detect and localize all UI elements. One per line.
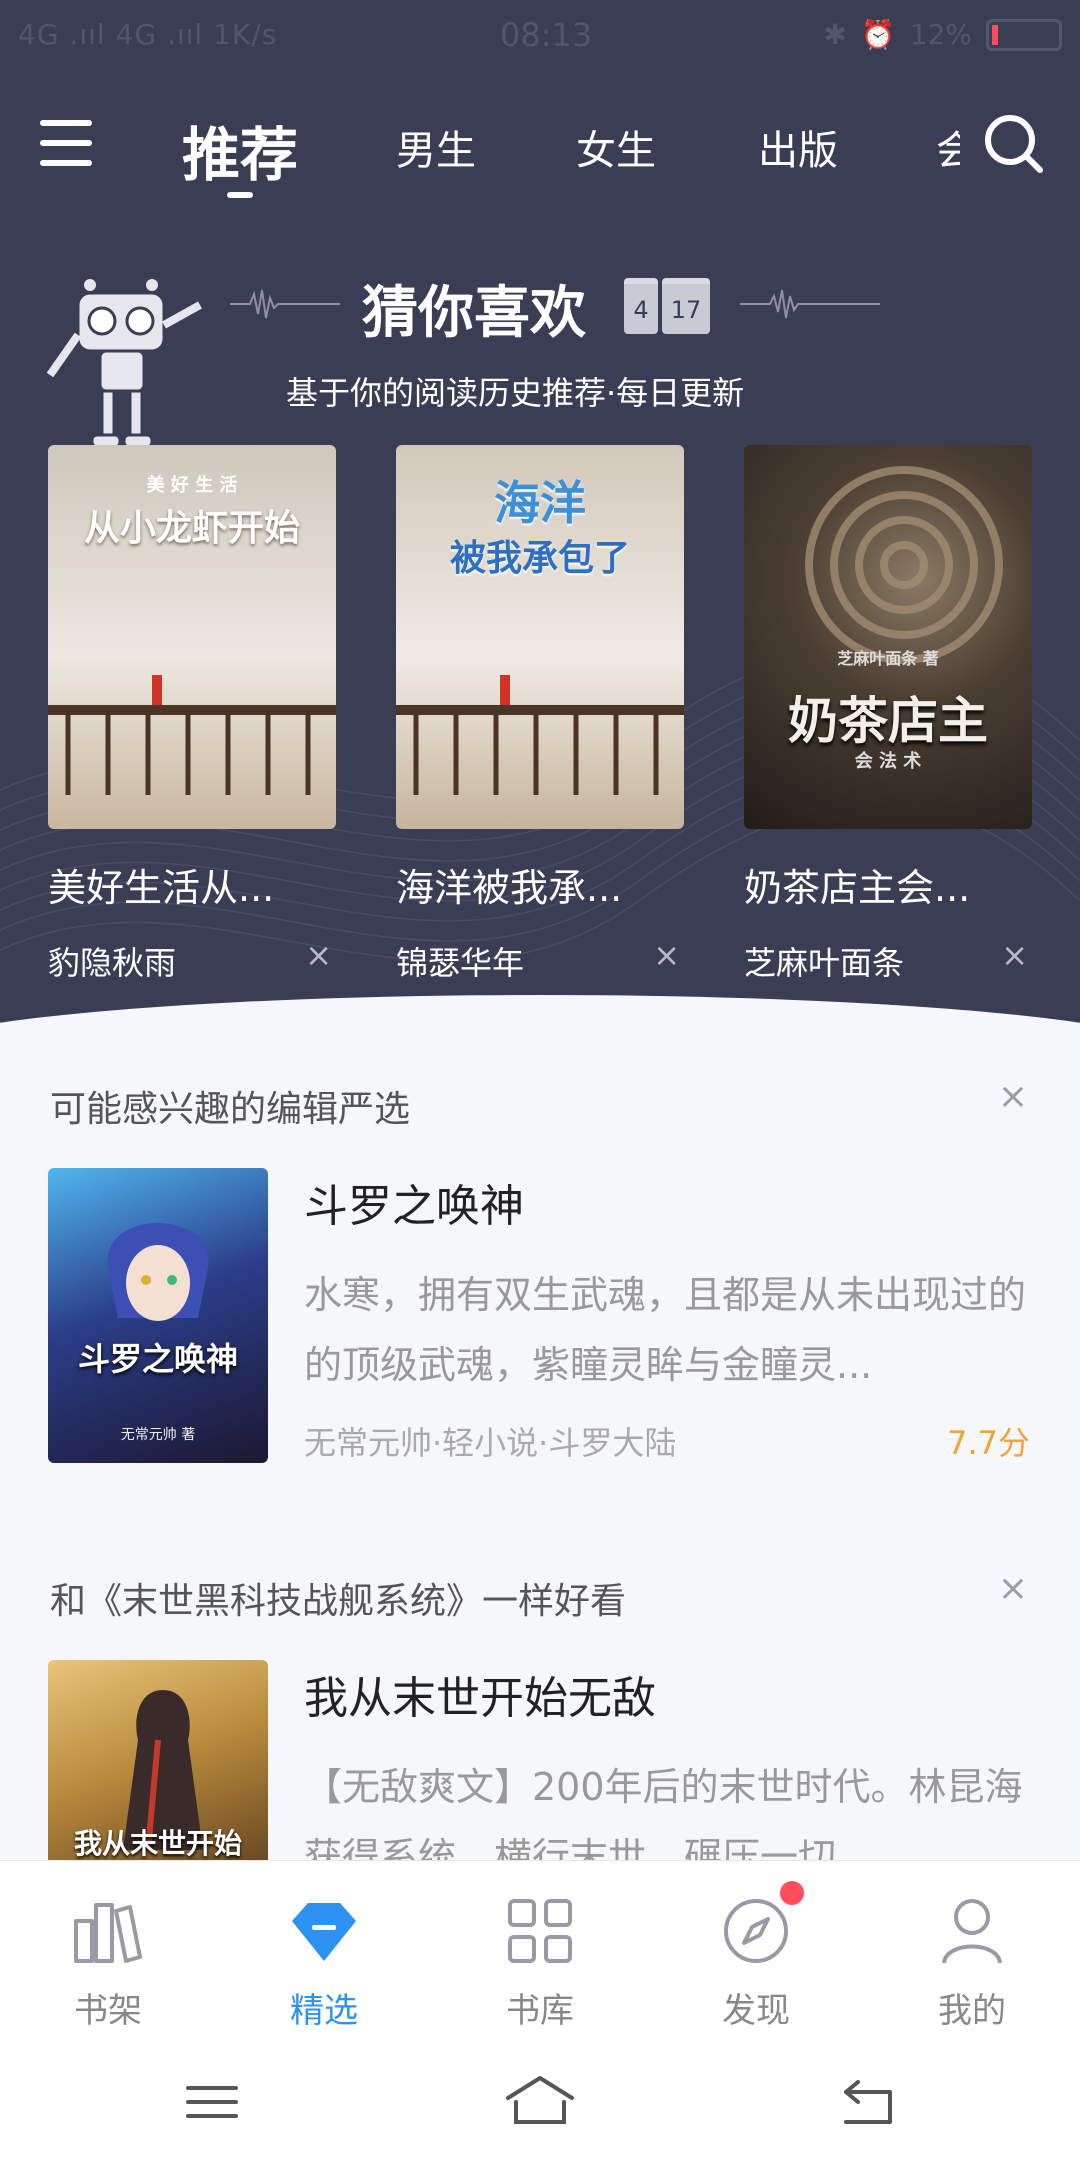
cover-title: 海洋 [494,476,586,530]
cover-illustration [396,675,684,795]
guess-book-2[interactable]: 海洋 被我承包了 海洋被我承... 锦瑟华年 × [396,445,686,984]
book-cover[interactable]: 海洋 被我承包了 [396,445,684,829]
sound-wave-left-icon [230,289,340,319]
tab-publish[interactable]: 出版 [758,118,838,176]
cover-title: 奶茶店主 [788,692,988,750]
similar-header: 和《末世黑科技战舰系统》一样好看 [50,1581,627,1622]
cover-subtitle: 会 法 术 [854,751,922,772]
cover-subtitle: 美 好 生 活 [146,475,238,496]
book-title[interactable]: 斗罗之唤神 [304,1170,524,1234]
book-author: 锦瑟华年 × [396,936,686,984]
search-icon[interactable] [982,112,1046,176]
menu-icon[interactable] [40,120,92,168]
status-time: 08:13 [500,16,593,54]
author-name: 锦瑟华年 [396,944,525,982]
cover-title: 我从末世开始 [73,1827,242,1860]
cover-author: 无常元帅 著 [120,1427,196,1443]
alarm-icon: ⏰ [860,18,896,51]
menu-lines-icon[interactable] [182,2072,242,2132]
battery-percent: 12% [909,18,972,51]
nav-label: 我的 [938,1991,1006,2031]
robot-mascot-icon [46,279,202,449]
book-description: 【无敌爽文】200年后的末世时代。林昆海获得系统，横行末世，碾压一切 [304,1765,1023,1860]
book-cover[interactable]: 斗罗之唤神 无常元帅 著 [48,1168,268,1463]
battery-icon [986,18,1062,51]
bottom-nav: 书架 精选 书库 发现 我的 [0,1860,1080,2041]
cover-author: 芝麻叶面条 著 [837,649,939,668]
book-cover[interactable]: 我从末世开始 [48,1660,268,1860]
guess-title: 猜你喜欢 [362,281,586,346]
nav-label: 发现 [722,1991,790,2031]
book-title[interactable]: 我从末世开始无敌 [304,1662,656,1726]
author-name: 芝麻叶面条 [744,944,905,982]
status-right: ✱ ⏰ 12% [823,18,1062,51]
nav-label: 书架 [74,1991,142,2031]
tab-male[interactable]: 男生 [396,118,476,176]
book-cover[interactable]: 美 好 生 活 从小龙虾开始 [48,445,336,829]
close-icon[interactable]: × [653,936,680,974]
nav-profile[interactable]: 我的 [864,1861,1080,2041]
cover-illustration [48,675,336,795]
author-name: 豹隐秋雨 [48,944,177,982]
date-day: 17 [662,278,710,334]
book-author: 豹隐秋雨 × [48,936,338,984]
cover-illustration [107,1223,209,1321]
book-author: 芝麻叶面条 × [744,936,1034,984]
nav-discover[interactable]: 发现 [648,1861,864,2041]
guess-subtitle: 基于你的阅读历史推荐·每日更新 [286,374,745,412]
editor-pick-header: 可能感兴趣的编辑严选 [50,1089,411,1130]
nav-library[interactable]: 书库 [432,1861,648,2041]
nav-label: 精选 [290,1991,358,2031]
book-description: 水寒，拥有双生武魂，且都是从未出现过的的顶级武魂，紫瞳灵眸与金瞳灵... [304,1273,1027,1387]
cover-subtitle: 被我承包了 [449,538,630,579]
close-icon[interactable]: × [998,1076,1028,1117]
bluetooth-icon: ✱ [823,18,847,51]
compass-icon [724,1899,788,1963]
book-name[interactable]: 奶茶店主会... [744,857,1034,912]
sound-wave-right-icon [740,289,880,319]
network-status: 4G .ııl 4G .ııl 1K/s [18,18,278,51]
book-cover[interactable]: 芝麻叶面条 著 奶茶店主 会 法 术 [744,445,1032,829]
bookshelf-icon [74,1903,142,1963]
tab-female[interactable]: 女生 [576,118,656,176]
home-icon[interactable] [504,2072,576,2132]
close-icon[interactable]: × [998,1568,1028,1609]
book-name[interactable]: 美好生活从... [48,857,338,912]
nav-bookshelf[interactable]: 书架 [0,1861,216,2041]
close-icon[interactable]: × [1001,936,1028,974]
book-meta: 无常元帅·轻小说·斗罗大陆 [304,1424,677,1462]
nav-label: 书库 [506,1991,574,2031]
back-icon[interactable] [838,2072,898,2132]
grid-icon [508,1899,572,1963]
guess-book-3[interactable]: 芝麻叶面条 著 奶茶店主 会 法 术 奶茶店主会... 芝麻叶面条 × [744,445,1034,984]
cover-title: 从小龙虾开始 [83,508,300,549]
tab-partial[interactable]: 会 [936,118,960,176]
status-bar: 4G .ııl 4G .ııl 1K/s 08:13 ✱ ⏰ 12% [0,0,1080,72]
person-icon [942,1899,1002,1964]
book-score: 7.7分 [947,1424,1030,1462]
diamond-icon [292,1903,356,1961]
date-month: 4 [624,278,658,334]
system-nav-bar [0,2040,1080,2160]
cover-title: 斗罗之唤神 [77,1340,238,1378]
date-calendar-icon: 4 17 [624,278,710,334]
guess-book-1[interactable]: 美 好 生 活 从小龙虾开始 美好生活从... 豹隐秋雨 × [48,445,338,984]
nav-featured[interactable]: 精选 [216,1861,432,2041]
notification-dot [780,1881,804,1905]
close-icon[interactable]: × [305,936,332,974]
book-name[interactable]: 海洋被我承... [396,857,686,912]
tab-recommend[interactable]: 推荐 [182,108,298,198]
top-nav: 推荐 男生 女生 出版 会 [0,90,1080,200]
